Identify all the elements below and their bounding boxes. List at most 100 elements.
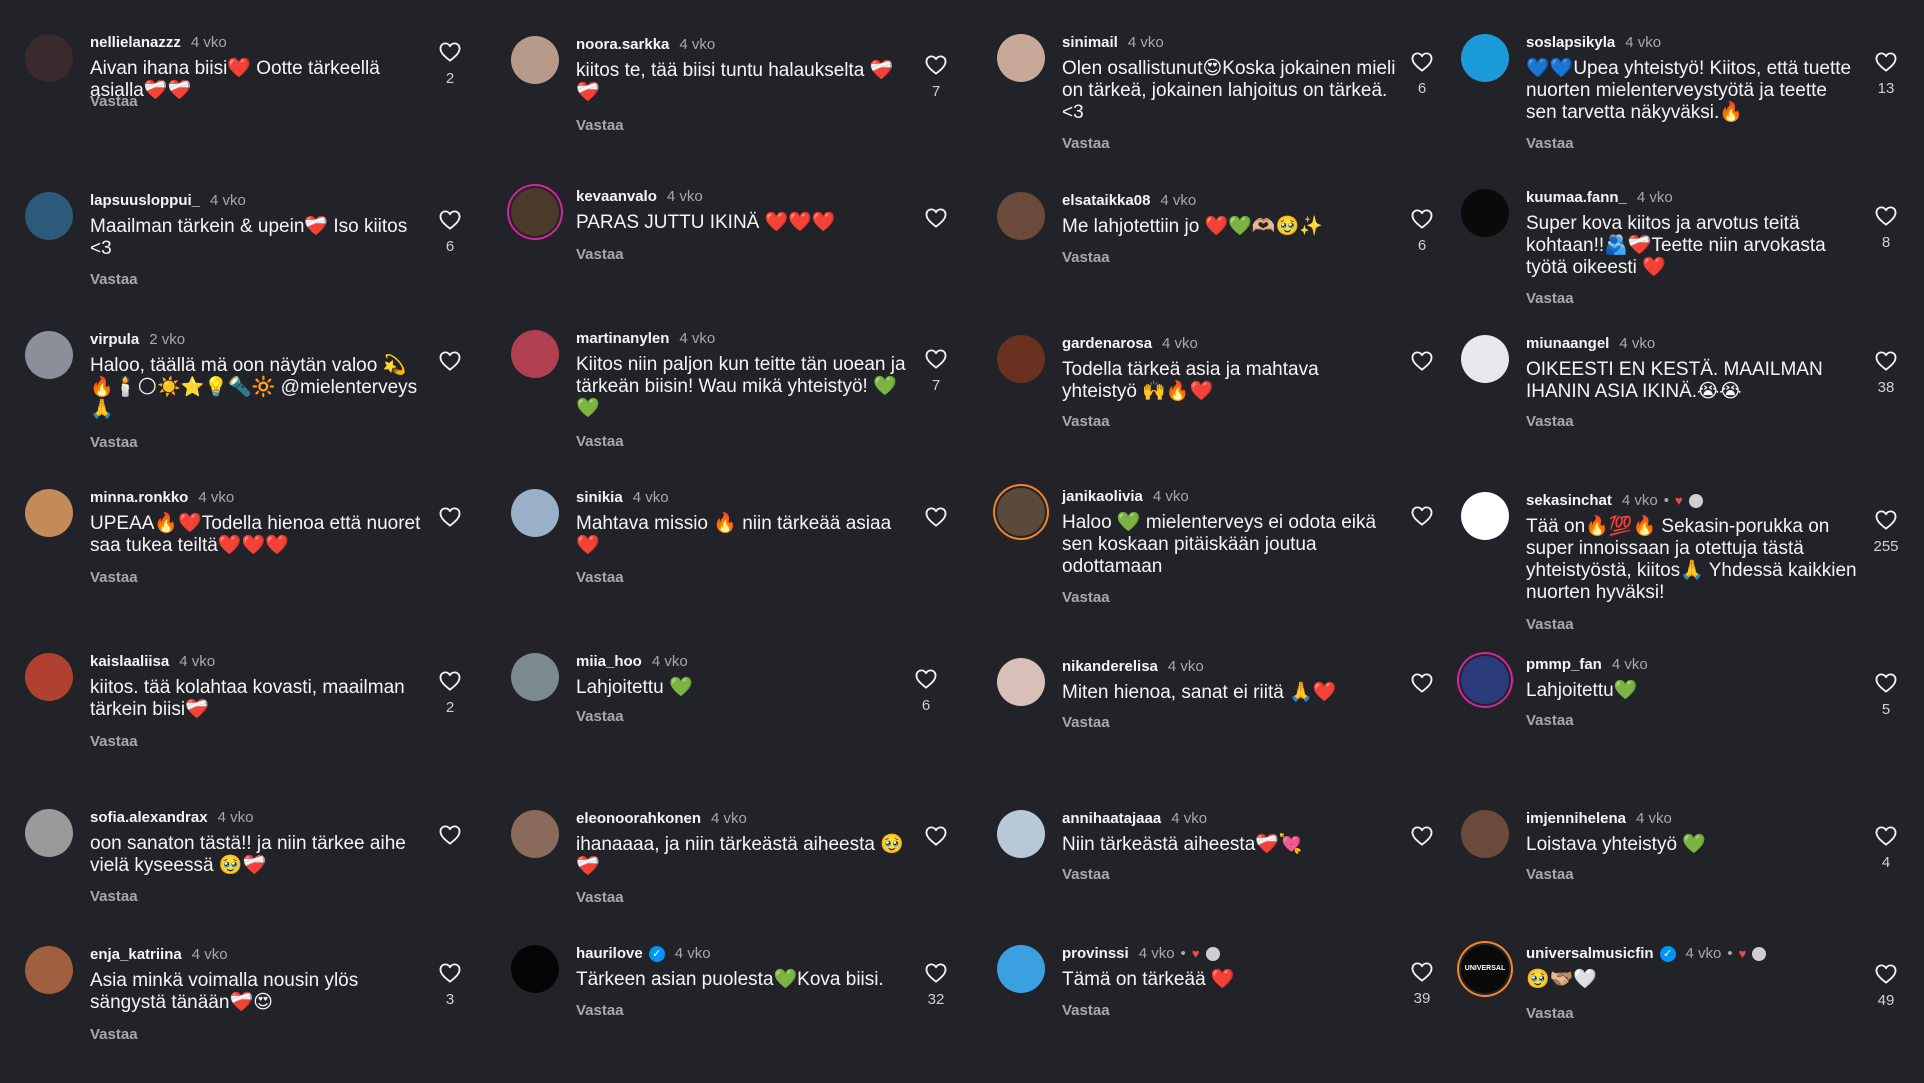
reply-button[interactable]: Vastaa — [90, 93, 138, 110]
like-button[interactable] — [430, 507, 470, 535]
username[interactable]: kaislaaliisa — [90, 653, 169, 670]
username[interactable]: sinimail — [1062, 34, 1118, 51]
reply-button[interactable]: Vastaa — [576, 708, 624, 725]
like-button[interactable] — [430, 825, 470, 853]
avatar[interactable] — [25, 653, 73, 701]
username[interactable]: kuumaa.fann_ — [1526, 189, 1627, 206]
avatar[interactable] — [997, 945, 1045, 993]
like-button[interactable]: 6 — [430, 210, 470, 255]
reply-button[interactable]: Vastaa — [1062, 249, 1110, 266]
avatar[interactable] — [511, 36, 559, 84]
username[interactable]: eleonoorahkonen — [576, 810, 701, 827]
username[interactable]: pmmp_fan — [1526, 656, 1602, 673]
reply-button[interactable]: Vastaa — [576, 1002, 624, 1019]
username[interactable]: enja_katriina — [90, 946, 182, 963]
avatar[interactable] — [25, 331, 73, 379]
username[interactable]: minna.ronkko — [90, 489, 188, 506]
username[interactable]: annihaatajaaa — [1062, 810, 1161, 827]
reply-button[interactable]: Vastaa — [1526, 413, 1574, 430]
reply-button[interactable]: Vastaa — [1062, 1002, 1110, 1019]
avatar[interactable] — [1461, 810, 1509, 858]
avatar[interactable] — [511, 330, 559, 378]
avatar[interactable] — [25, 192, 73, 240]
username[interactable]: soslapsikyla — [1526, 34, 1615, 51]
username[interactable]: miia_hoo — [576, 653, 642, 670]
like-button[interactable]: 13 — [1866, 52, 1906, 97]
avatar[interactable] — [25, 809, 73, 857]
reply-button[interactable]: Vastaa — [90, 888, 138, 905]
avatar[interactable] — [1461, 656, 1509, 704]
avatar[interactable] — [997, 34, 1045, 82]
username[interactable]: sofia.alexandrax — [90, 809, 208, 826]
like-button[interactable] — [430, 351, 470, 379]
avatar[interactable] — [1461, 189, 1509, 237]
avatar[interactable] — [25, 34, 73, 82]
username[interactable]: nikanderelisa — [1062, 658, 1158, 675]
reply-button[interactable]: Vastaa — [576, 246, 624, 263]
avatar[interactable] — [511, 489, 559, 537]
reply-button[interactable]: Vastaa — [1062, 413, 1110, 430]
avatar[interactable] — [1461, 335, 1509, 383]
like-button[interactable] — [916, 826, 956, 854]
reply-button[interactable]: Vastaa — [90, 271, 138, 288]
avatar[interactable] — [511, 188, 559, 236]
avatar[interactable] — [1461, 34, 1509, 82]
username[interactable]: elsataikka08 — [1062, 192, 1150, 209]
avatar[interactable] — [997, 658, 1045, 706]
like-button[interactable]: 3 — [430, 963, 470, 1008]
username[interactable]: miunaangel — [1526, 335, 1609, 352]
reply-button[interactable]: Vastaa — [576, 889, 624, 906]
reply-button[interactable]: Vastaa — [90, 1026, 138, 1043]
username[interactable]: kevaanvalo — [576, 188, 657, 205]
avatar[interactable] — [25, 946, 73, 994]
avatar[interactable] — [511, 945, 559, 993]
reply-button[interactable]: Vastaa — [1526, 135, 1574, 152]
reply-button[interactable]: Vastaa — [1062, 714, 1110, 731]
like-button[interactable]: 5 — [1866, 673, 1906, 718]
username[interactable]: sinikia — [576, 489, 623, 506]
like-button[interactable]: 7 — [916, 349, 956, 394]
username[interactable]: noora.sarkka — [576, 36, 669, 53]
avatar[interactable]: UNIVERSAL — [1461, 945, 1509, 993]
reply-button[interactable]: Vastaa — [576, 569, 624, 586]
username[interactable]: sekasinchat — [1526, 492, 1612, 509]
like-button[interactable] — [916, 208, 956, 236]
avatar[interactable] — [997, 488, 1045, 536]
username[interactable]: provinssi — [1062, 945, 1129, 962]
like-button[interactable]: 38 — [1866, 351, 1906, 396]
reply-button[interactable]: Vastaa — [90, 733, 138, 750]
reply-button[interactable]: Vastaa — [1526, 616, 1574, 633]
reply-button[interactable]: Vastaa — [1062, 589, 1110, 606]
like-button[interactable]: 7 — [916, 55, 956, 100]
avatar[interactable] — [25, 489, 73, 537]
username[interactable]: gardenarosa — [1062, 335, 1152, 352]
like-button[interactable]: 6 — [906, 669, 946, 714]
username[interactable]: virpula — [90, 331, 139, 348]
like-button[interactable]: 2 — [430, 42, 470, 87]
reply-button[interactable]: Vastaa — [576, 117, 624, 134]
avatar[interactable] — [997, 335, 1045, 383]
like-button[interactable] — [916, 507, 956, 535]
avatar[interactable] — [997, 810, 1045, 858]
like-button[interactable]: 2 — [430, 671, 470, 716]
username[interactable]: universalmusicfin — [1526, 945, 1654, 962]
reply-button[interactable]: Vastaa — [90, 569, 138, 586]
like-button[interactable]: 49 — [1866, 964, 1906, 1009]
avatar[interactable] — [997, 192, 1045, 240]
avatar[interactable]: SE KAS IN — [1461, 492, 1509, 540]
username[interactable]: nellielanazzz — [90, 34, 181, 51]
username[interactable]: haurilove — [576, 945, 643, 962]
reply-button[interactable]: Vastaa — [1526, 712, 1574, 729]
reply-button[interactable]: Vastaa — [1526, 866, 1574, 883]
username[interactable]: janikaolivia — [1062, 488, 1143, 505]
like-button[interactable]: 32 — [916, 963, 956, 1008]
reply-button[interactable]: Vastaa — [90, 434, 138, 451]
like-button[interactable]: 4 — [1866, 826, 1906, 871]
avatar[interactable] — [511, 810, 559, 858]
username[interactable]: martinanylen — [576, 330, 669, 347]
username[interactable]: imjennihelena — [1526, 810, 1626, 827]
reply-button[interactable]: Vastaa — [1526, 1005, 1574, 1022]
username[interactable]: lapsuusloppui_ — [90, 192, 200, 209]
like-button[interactable]: 255 — [1866, 510, 1906, 555]
reply-button[interactable]: Vastaa — [1526, 290, 1574, 307]
